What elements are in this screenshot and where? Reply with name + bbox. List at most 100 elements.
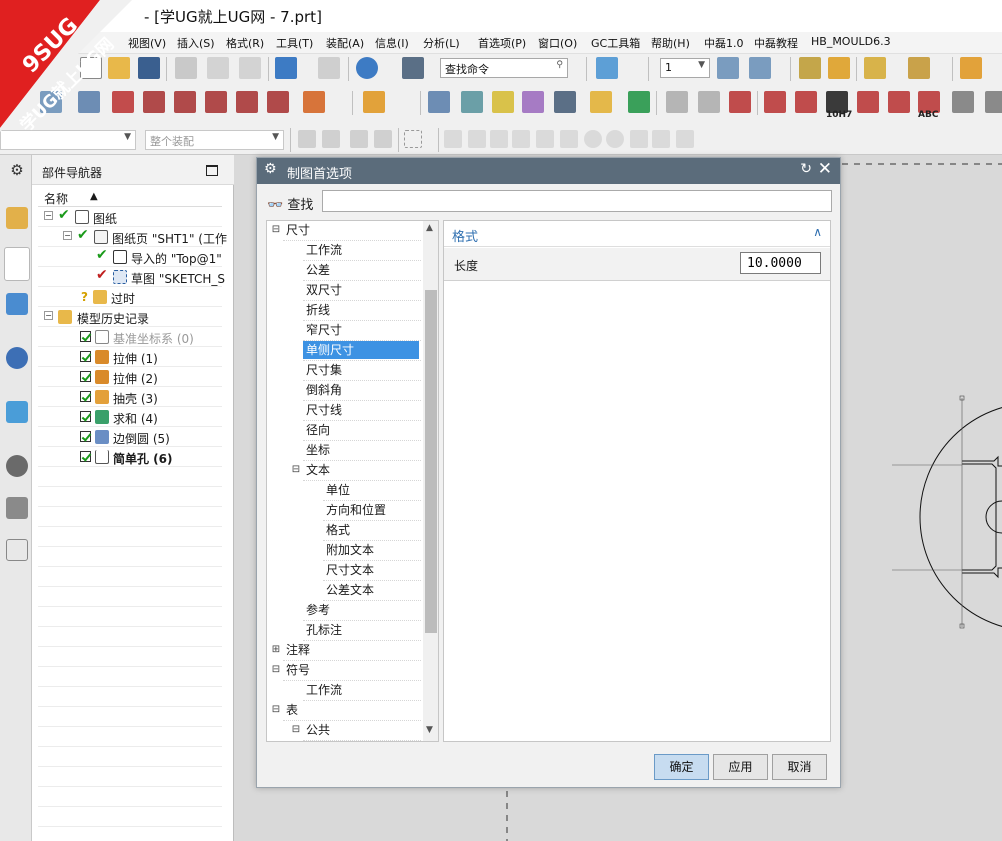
redo-icon[interactable] xyxy=(318,57,340,79)
part-navigator-tab-icon[interactable] xyxy=(4,247,30,281)
hd3d-icon[interactable] xyxy=(6,347,28,369)
symbol-abc-icon[interactable] xyxy=(590,91,612,113)
layer-settings-icon[interactable] xyxy=(717,57,739,79)
visibility-checkbox[interactable] xyxy=(80,331,91,342)
snap-end-icon[interactable] xyxy=(468,130,486,148)
color-palette-icon[interactable] xyxy=(828,57,850,79)
centerline-icon[interactable] xyxy=(628,91,650,113)
visibility-checkbox[interactable] xyxy=(80,411,91,422)
detail-view-icon[interactable] xyxy=(143,91,165,113)
chamfer-dimension-icon[interactable] xyxy=(888,91,910,113)
menu-view[interactable]: 视图(V) xyxy=(128,35,166,51)
visibility-checkbox[interactable] xyxy=(80,451,91,462)
tree-item-dual-dimension[interactable]: 双尺寸 xyxy=(303,281,421,301)
copy-icon[interactable] xyxy=(207,57,229,79)
snap-quadrant-icon[interactable] xyxy=(606,130,624,148)
tree-item-annotation[interactable]: 注释 xyxy=(283,641,421,661)
snap-on-surface-icon[interactable] xyxy=(676,130,694,148)
tree-item-text[interactable]: 文本 xyxy=(303,461,421,481)
scrollbar-thumb[interactable] xyxy=(425,290,437,633)
tree-item-dimension-set[interactable]: 尺寸集 xyxy=(303,361,421,381)
tree-item-narrow[interactable]: 窄尺寸 xyxy=(303,321,421,341)
visibility-checkbox[interactable] xyxy=(80,391,91,402)
view-style-icon[interactable] xyxy=(303,91,325,113)
history-icon[interactable] xyxy=(6,455,28,477)
update-view-icon[interactable] xyxy=(267,91,289,113)
collapse-icon[interactable]: − xyxy=(63,231,72,240)
scroll-down-icon[interactable]: ▼ xyxy=(426,725,433,735)
format-section-header[interactable]: 格式 ∧ xyxy=(444,221,830,247)
undo-icon[interactable] xyxy=(275,57,297,79)
menu-zhonglei[interactable]: 中磊1.0 xyxy=(704,35,744,51)
roles-icon[interactable] xyxy=(6,539,28,561)
collapse-icon[interactable]: ⊟ xyxy=(291,464,301,475)
paste-icon[interactable] xyxy=(239,57,261,79)
menu-help[interactable]: 帮助(H) xyxy=(651,35,690,51)
menu-analysis[interactable]: 分析(L) xyxy=(423,35,460,51)
collapse-icon[interactable]: − xyxy=(44,211,53,220)
corner-icon[interactable] xyxy=(729,91,751,113)
tree-item-symbol[interactable]: 符号 xyxy=(283,661,421,681)
menu-info[interactable]: 信息(I) xyxy=(375,35,409,51)
snap-arc-center-icon[interactable] xyxy=(560,130,578,148)
tree-node-model-history[interactable]: − 模型历史记录 xyxy=(38,307,222,327)
collapse-icon[interactable]: ⊟ xyxy=(271,704,281,715)
tree-item-radial[interactable]: 径向 xyxy=(303,421,421,441)
tree-item-symbol-workflow[interactable]: 工作流 xyxy=(303,681,421,701)
select-add-icon[interactable] xyxy=(322,130,340,148)
tree-scrollbar[interactable]: ▲ ▼ xyxy=(423,221,438,741)
assembly-navigator-icon[interactable] xyxy=(6,207,28,229)
tree-item-common[interactable]: 公共 xyxy=(303,721,421,741)
datum-target-icon[interactable] xyxy=(857,91,879,113)
tree-node-extrude-2[interactable]: 拉伸 (2) xyxy=(38,367,222,387)
menu-gc-toolbox[interactable]: GC工具箱 xyxy=(591,35,640,51)
maximize-icon[interactable] xyxy=(206,165,218,176)
gear-icon[interactable]: ⚙ xyxy=(6,161,28,183)
snap-on-curve-icon[interactable] xyxy=(652,130,670,148)
parts-list-icon[interactable] xyxy=(492,91,514,113)
cut-icon[interactable] xyxy=(175,57,197,79)
menu-format[interactable]: 格式(R) xyxy=(226,35,264,51)
fit-view-icon[interactable] xyxy=(596,57,618,79)
tree-node-simple-hole[interactable]: 简单孔 (6) xyxy=(38,447,222,467)
tree-item-hole-callout[interactable]: 孔标注 xyxy=(303,621,421,641)
select-icon[interactable] xyxy=(298,130,316,148)
tree-item-single-sided[interactable]: 单侧尺寸 xyxy=(303,341,421,361)
section-view-icon[interactable] xyxy=(174,91,196,113)
layer-select[interactable]: 1 ▼ xyxy=(660,58,710,78)
tree-item-chamfer[interactable]: 倒斜角 xyxy=(303,381,421,401)
snap-mid-icon[interactable] xyxy=(490,130,508,148)
tree-node-drawing[interactable]: − ✔ 图纸 xyxy=(38,207,222,227)
reset-icon[interactable]: ↻ xyxy=(800,161,812,177)
visibility-checkbox[interactable] xyxy=(80,371,91,382)
snap-circle-icon[interactable] xyxy=(584,130,602,148)
break-view-icon[interactable] xyxy=(205,91,227,113)
tree-item-dimension-line[interactable]: 尺寸线 xyxy=(303,401,421,421)
assembly-scope-select[interactable]: 整个装配 ▼ xyxy=(145,130,284,150)
collapse-icon[interactable]: ⊟ xyxy=(271,664,281,675)
tree-item-orientation-location[interactable]: 方向和位置 xyxy=(323,501,421,521)
tree-node-datum-csys[interactable]: 基准坐标系 (0) xyxy=(38,327,222,347)
search-input[interactable] xyxy=(322,190,832,212)
balloon-icon[interactable] xyxy=(522,91,544,113)
hierarchy-icon[interactable] xyxy=(554,91,576,113)
visibility-checkbox[interactable] xyxy=(80,431,91,442)
view-boundary-icon[interactable] xyxy=(236,91,258,113)
collapse-section-icon[interactable]: ∧ xyxy=(813,225,822,239)
tree-item-appended-text[interactable]: 附加文本 xyxy=(323,541,421,561)
tree-item-jog[interactable]: 折线 xyxy=(303,301,421,321)
name-column-header[interactable]: 名称 ▲ xyxy=(38,187,222,207)
quick-dimension-icon[interactable] xyxy=(960,57,982,79)
menu-hb-mould[interactable]: HB_MOULD6.3 xyxy=(811,35,891,48)
tree-node-outdated[interactable]: ? 过时 xyxy=(38,287,222,307)
table-icon[interactable] xyxy=(461,91,483,113)
filter-select[interactable]: ▼ xyxy=(0,130,136,150)
apply-button[interactable]: 应用 xyxy=(713,754,768,780)
tree-item-table[interactable]: 表 xyxy=(283,701,421,721)
collapse-icon[interactable]: − xyxy=(44,311,53,320)
collapse-icon[interactable]: ⊟ xyxy=(271,224,281,235)
tree-node-sheet[interactable]: − ✔ 图纸页 "SHT1" (工作 xyxy=(38,227,227,247)
scroll-up-icon[interactable]: ▲ xyxy=(426,223,433,233)
menu-zhonglei-tutorial[interactable]: 中磊教程 xyxy=(754,35,798,51)
help-icon[interactable] xyxy=(356,57,378,79)
